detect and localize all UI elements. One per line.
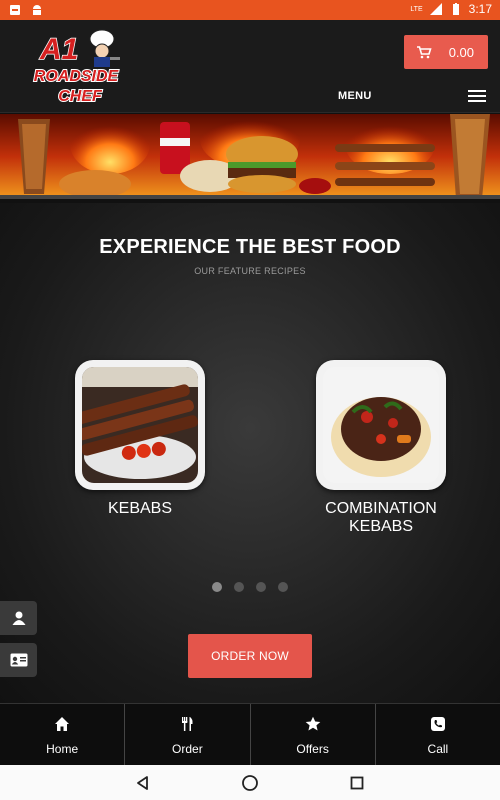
section-subtitle: OUR FEATURE RECIPES [194,266,306,276]
home-circle-icon [242,774,258,791]
back-triangle-icon [137,775,149,790]
recipe-label[interactable]: KEBABS [65,500,215,518]
chef-mascot-icon [89,29,120,67]
recipe-thumbnail[interactable] [316,360,446,490]
carousel-dot[interactable] [256,582,266,592]
featured-section: EXPERIENCE THE BEST FOOD OUR FEATURE REC… [0,203,500,703]
svg-text:CHEF: CHEF [58,88,103,105]
nav-label: Home [46,742,79,756]
nav-item-order[interactable]: Order [124,704,249,765]
nav-item-home[interactable]: Home [0,704,124,765]
star-icon [305,716,320,731]
carousel-dot[interactable] [278,582,288,592]
recipe-card-combination-kebabs[interactable]: COMBINATION KEBABS [306,360,456,536]
nav-item-offers[interactable]: Offers [249,704,375,765]
recents-square-icon [350,776,364,789]
cart-total: 0.00 [448,44,474,60]
carousel-dot[interactable] [234,582,244,592]
svg-text:A1: A1 [39,33,78,66]
brand-logo[interactable]: A1 ROADSIDE CHEF [24,26,128,108]
home-icon [55,717,70,731]
cart-button[interactable]: 0.00 [404,35,488,69]
nav-item-call[interactable]: Call [374,704,500,765]
status-bar: LTE 3:17 [0,0,500,20]
nav-label: Call [427,742,449,756]
carousel-dot[interactable] [212,582,222,592]
order-now-button[interactable]: ORDER NOW [188,634,312,678]
hamburger-menu-icon[interactable] [468,90,486,102]
notification-icon [10,5,20,15]
carousel-indicators [212,582,288,592]
recipe-label[interactable]: COMBINATION KEBABS [306,500,456,536]
contact-card-button[interactable] [0,643,37,677]
section-title: EXPERIENCE THE BEST FOOD [99,236,401,258]
bottom-navigation: Home Order Offers Call [0,703,500,765]
app-header: A1 ROADSIDE CHEF 0.00 MENU [0,20,500,113]
nav-label: Offers [296,742,329,756]
account-button[interactable] [0,601,37,635]
home-system-button[interactable] [235,768,265,798]
android-icon [33,5,41,15]
battery-icon [452,3,459,15]
combination-kebabs-image [323,367,439,483]
food-banner [0,114,500,199]
recipe-card-kebabs[interactable]: KEBABS [65,360,215,518]
menu-label[interactable]: MENU [338,90,372,102]
cutlery-icon [182,717,193,731]
phone-icon [430,717,445,731]
user-icon [12,611,25,625]
back-button[interactable] [128,768,158,798]
svg-text:ROADSIDE: ROADSIDE [34,68,120,85]
cart-icon [417,46,432,59]
kebabs-image [82,367,198,483]
network-type: LTE [410,5,423,13]
clock: 3:17 [468,2,492,16]
signal-icon [429,3,442,15]
food-banner-image [0,114,500,195]
recents-button[interactable] [342,768,372,798]
recipe-thumbnail[interactable] [75,360,205,490]
system-navigation-bar [0,765,500,800]
contact-card-icon [10,653,27,667]
nav-label: Order [172,742,203,756]
